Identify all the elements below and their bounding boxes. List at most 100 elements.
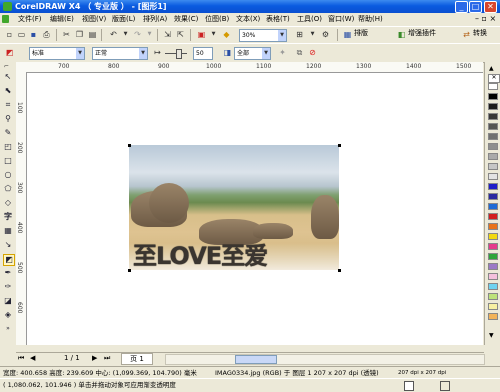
save-icon[interactable]: ▪ [28, 29, 39, 40]
selection-handle[interactable] [128, 269, 131, 272]
transparency-value-field[interactable]: 50 [193, 47, 213, 60]
ellipse-tool-icon[interactable]: ○ [3, 170, 13, 180]
fill-tool-icon[interactable]: ◪ [3, 296, 13, 306]
chevron-down-icon[interactable]: ▼ [139, 48, 147, 59]
launcher-dropdown-icon[interactable]: ▼ [208, 29, 219, 40]
freehand-tool-icon[interactable]: ✎ [3, 128, 13, 138]
color-swatch[interactable] [488, 223, 498, 230]
color-swatch[interactable] [488, 203, 498, 210]
undo-icon[interactable]: ↶ [108, 29, 119, 40]
undo-dropdown-icon[interactable]: ▼ [120, 29, 131, 40]
cut-icon[interactable]: ✂ [61, 29, 72, 40]
color-swatch[interactable] [488, 83, 498, 90]
table-tool-icon[interactable]: ▦ [3, 226, 13, 236]
paste-icon[interactable]: ▤ [87, 29, 98, 40]
import-icon[interactable]: ⇲ [162, 29, 173, 40]
color-swatch[interactable] [488, 233, 498, 240]
ruler-origin-icon[interactable]: ⌐ [4, 63, 9, 70]
color-swatch[interactable] [488, 113, 498, 120]
palette-scroll-down-icon[interactable]: ▼ [489, 332, 494, 339]
minimize-button[interactable]: _ [455, 1, 468, 13]
page-next-icon[interactable]: ▶ [92, 354, 97, 362]
open-folder-icon[interactable]: ▭ [16, 29, 27, 40]
menu-table[interactable]: 表格(T) [266, 13, 290, 25]
color-swatch[interactable] [488, 103, 498, 110]
copy-icon[interactable]: ❐ [74, 29, 85, 40]
welcome-screen-icon[interactable]: ◆ [221, 29, 232, 40]
close-button[interactable]: ✕ [484, 1, 497, 13]
shape-tool-icon[interactable]: ⬉ [3, 86, 13, 96]
outline-tool-icon[interactable]: ✑ [3, 282, 13, 292]
color-swatch[interactable] [488, 133, 498, 140]
color-swatch[interactable] [488, 213, 498, 220]
toolbox-more-icon[interactable]: » [3, 324, 13, 334]
color-swatch[interactable] [488, 93, 498, 100]
color-swatch[interactable] [488, 163, 498, 170]
page-first-icon[interactable]: ⏮ [18, 354, 24, 363]
color-swatch[interactable] [488, 143, 498, 150]
chevron-down-icon[interactable]: ▼ [76, 48, 84, 59]
zoom-level-combo[interactable]: 30% ▼ [239, 29, 287, 42]
enhance-plugin-label[interactable]: 增强插件 [408, 27, 436, 40]
convert-label[interactable]: 转换 [473, 27, 487, 40]
polygon-tool-icon[interactable]: ⬠ [3, 184, 13, 194]
menu-view[interactable]: 视图(V) [82, 13, 106, 25]
redo-dropdown-icon[interactable]: ▼ [144, 29, 155, 40]
options-icon[interactable]: ⚙ [320, 29, 331, 40]
menu-help[interactable]: 帮助(H) [358, 13, 383, 25]
export-icon[interactable]: ⇱ [175, 29, 186, 40]
print-icon[interactable]: ⎙ [41, 29, 52, 40]
selection-handle[interactable] [338, 269, 341, 272]
menu-layout[interactable]: 版面(L) [112, 13, 135, 25]
selection-handle[interactable] [338, 144, 341, 147]
color-swatch[interactable] [488, 123, 498, 130]
color-swatch[interactable] [488, 253, 498, 260]
menu-file[interactable]: 文件(F) [18, 13, 42, 25]
palette-scroll-up-icon[interactable]: ▲ [489, 65, 494, 72]
horizontal-scroll-thumb[interactable] [235, 355, 277, 364]
rectangle-tool-icon[interactable]: □ [3, 156, 13, 166]
redo-icon[interactable]: ↷ [132, 29, 143, 40]
crop-tool-icon[interactable]: ⌗ [3, 100, 13, 110]
chevron-down-icon[interactable]: ▼ [278, 30, 286, 41]
color-swatch[interactable] [488, 193, 498, 200]
color-swatch[interactable] [488, 183, 498, 190]
eyedropper-tool-icon[interactable]: ✒ [3, 268, 13, 278]
interactive-transparency-tool-icon[interactable]: ◩ [3, 254, 15, 266]
menu-effects[interactable]: 效果(C) [174, 13, 198, 25]
zoom-tool-icon[interactable]: ⚲ [3, 114, 13, 124]
page-tab[interactable]: 页 1 [121, 353, 153, 365]
freeze-transparency-icon[interactable]: ✦ [277, 47, 288, 58]
menu-arrange[interactable]: 排列(A) [143, 13, 167, 25]
color-swatch[interactable] [488, 173, 498, 180]
enhance-plugin-icon[interactable]: ◧ [396, 29, 407, 40]
text-tool-icon[interactable]: 字 [3, 212, 13, 222]
menu-window[interactable]: 窗口(W) [328, 13, 354, 25]
page-last-icon[interactable]: ⏭ [104, 354, 110, 363]
menu-bitmaps[interactable]: 位图(B) [205, 13, 229, 25]
interactive-fill-tool-icon[interactable]: ◈ [3, 310, 13, 320]
color-swatch[interactable] [488, 313, 498, 320]
merge-mode-combo[interactable]: 正常 ▼ [92, 47, 148, 60]
target-combo[interactable]: 全部 ▼ [234, 47, 271, 60]
menu-tools[interactable]: 工具(O) [297, 13, 322, 25]
menu-mdi-controls[interactable]: – ▫ × [475, 13, 496, 25]
color-swatch[interactable] [488, 283, 498, 290]
color-swatch[interactable] [488, 293, 498, 300]
snap-dropdown-icon[interactable]: ▼ [307, 29, 318, 40]
new-file-icon[interactable]: ▫ [4, 29, 15, 40]
selection-handle[interactable] [128, 144, 131, 147]
style-combo[interactable]: 标准 ▼ [29, 47, 85, 60]
color-swatch[interactable] [488, 243, 498, 250]
parallel-dimension-tool-icon[interactable]: ↘ [3, 240, 13, 250]
transparency-slider-thumb[interactable] [176, 49, 182, 59]
vertical-ruler[interactable]: 100 200 300 400 500 600 [16, 72, 27, 345]
no-color-swatch[interactable]: ✕ [488, 74, 500, 83]
copy-transparency-icon[interactable]: ⧉ [294, 47, 305, 58]
smart-fill-tool-icon[interactable]: ◰ [3, 142, 13, 152]
chevron-down-icon[interactable]: ▼ [262, 48, 270, 59]
menu-text[interactable]: 文本(X) [236, 13, 260, 25]
application-launcher-icon[interactable]: ▣ [196, 29, 207, 40]
color-swatch[interactable] [488, 273, 498, 280]
page-prev-icon[interactable]: ◀ [30, 354, 35, 362]
